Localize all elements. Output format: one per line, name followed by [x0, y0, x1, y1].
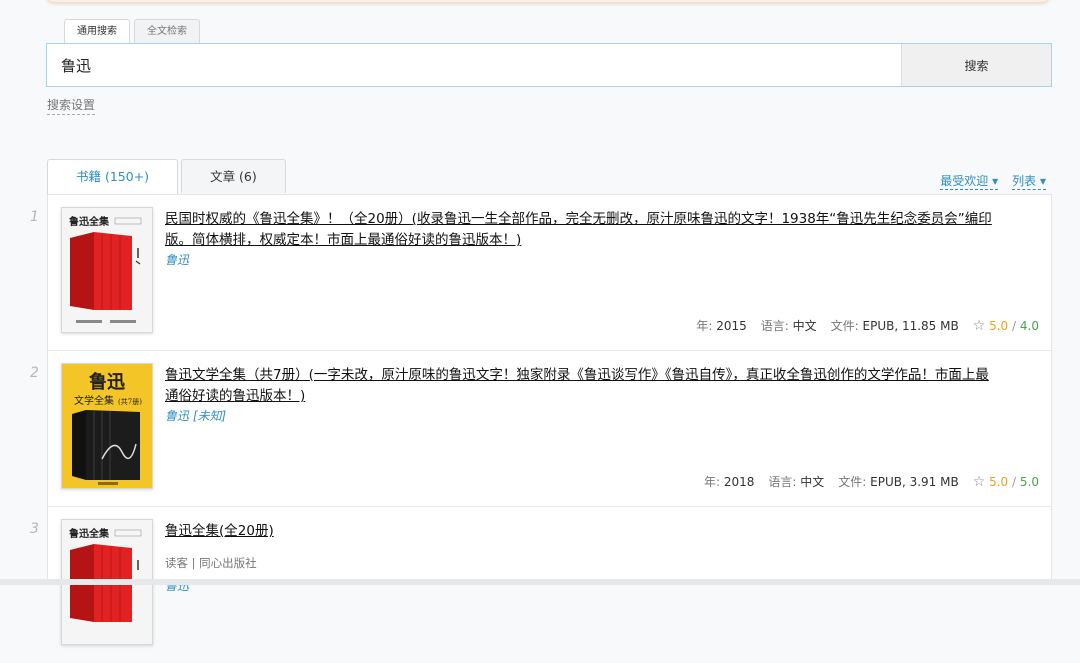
language-value: 中文 [792, 319, 817, 333]
year-label: 年: [703, 475, 720, 489]
search-input[interactable] [47, 44, 901, 86]
result-index: 3 [30, 521, 39, 537]
search-bar: 搜索 [46, 43, 1052, 87]
rating-secondary: 4.0 [1019, 318, 1039, 333]
star-icon[interactable]: ☆ [973, 474, 986, 490]
year-value: 2018 [723, 475, 755, 489]
cover-subtitle: 文学全集 [74, 394, 114, 407]
bottom-divider [0, 579, 1080, 585]
result-type-tabs: 书籍 (150+) 文章 (6) [47, 159, 286, 194]
rating-primary: 5.0 [989, 318, 1009, 333]
file-value: EPUB, 3.91 MB [870, 475, 959, 489]
view-mode-label: 列表 [1012, 174, 1037, 188]
result-index: 2 [30, 365, 39, 381]
search-mode-tabs: 通用搜索 全文检索 [64, 19, 200, 44]
rating: ☆ 5.0 / 5.0 [973, 474, 1039, 490]
sort-order-dropdown[interactable]: 最受欢迎 ▾ [940, 172, 999, 190]
year-value: 2015 [716, 319, 747, 333]
result-row: 1 鲁迅全集 民国时权威的《鲁迅全集》！（全20册）(收录鲁迅一生全部作品，完全… [30, 195, 1051, 351]
year-info: 年: 2018 [704, 473, 754, 490]
language-info: 语言: 中文 [761, 317, 817, 334]
book-title-link[interactable]: 民国时权威的《鲁迅全集》！（全20册）(收录鲁迅一生全部作品，完全无删改，原汁原… [165, 209, 995, 251]
book-cover-red-collection-icon[interactable]: 鲁迅全集 [61, 207, 153, 333]
author-link[interactable]: 鲁迅 [未知] [165, 407, 226, 424]
file-label: 文件: [830, 319, 859, 333]
result-row: 2 鲁迅 文学全集 (共7册) 鲁迅文学全集（共7册）(一字未改，原汁原味的鲁迅… [30, 351, 1051, 507]
book-meta: 年: 2015 语言: 中文 文件: EPUB, 11.85 MB ☆ 5.0 … [696, 317, 1039, 334]
chevron-down-icon: ▾ [992, 174, 999, 188]
file-info: 文件: EPUB, 11.85 MB [831, 317, 959, 334]
results-list: 1 鲁迅全集 民国时权威的《鲁迅全集》！（全20册）(收录鲁迅一生全部作品，完全… [30, 194, 1052, 645]
author-link[interactable]: 鲁迅 [165, 251, 189, 268]
chevron-down-icon: ▾ [1039, 174, 1046, 188]
rating-primary: 5.0 [989, 474, 1009, 489]
tab-articles[interactable]: 文章 (6) [181, 159, 286, 193]
view-mode-dropdown[interactable]: 列表 ▾ [1012, 172, 1046, 190]
rating: ☆ 5.0 / 4.0 [973, 318, 1039, 334]
top-banner-edge [46, 0, 1050, 2]
rating-separator: / [1012, 318, 1017, 333]
search-settings-link[interactable]: 搜索设置 [47, 96, 96, 115]
cover-title: 鲁迅全集 [68, 527, 110, 540]
rating-secondary: 5.0 [1019, 474, 1039, 489]
publisher-text: 读客 | 同心出版社 [165, 556, 257, 570]
book-title-link[interactable]: 鲁迅全集(全20册) [165, 521, 995, 542]
cover-title: 鲁迅 [89, 371, 126, 393]
book-title-link[interactable]: 鲁迅文学全集（共7册）(一字未改，原汁原味的鲁迅文字！独家附录《鲁迅谈写作》《鲁… [165, 365, 995, 407]
book-cover-yellow-collection-icon[interactable]: 鲁迅 文学全集 (共7册) [61, 363, 153, 489]
search-button[interactable]: 搜索 [901, 44, 1051, 86]
tab-books[interactable]: 书籍 (150+) [47, 159, 179, 194]
book-meta: 年: 2018 语言: 中文 文件: EPUB, 3.91 MB ☆ 5.0 /… [704, 473, 1039, 490]
cover-volumes: (共7册) [118, 397, 142, 406]
year-label: 年: [696, 319, 713, 333]
cover-title: 鲁迅全集 [68, 215, 110, 228]
rating-separator: / [1012, 474, 1017, 489]
file-value: EPUB, 11.85 MB [862, 319, 959, 333]
language-value: 中文 [800, 475, 825, 489]
star-icon[interactable]: ☆ [973, 318, 986, 334]
result-index: 1 [30, 209, 39, 225]
result-row: 3 鲁迅全集 鲁迅全集(全20册) 读客 | 同心出版社 鲁迅 [30, 507, 1051, 663]
tab-general-search[interactable]: 通用搜索 [64, 19, 130, 44]
sort-order-label: 最受欢迎 [940, 174, 989, 188]
tab-fulltext-search[interactable]: 全文检索 [134, 19, 200, 43]
language-label: 语言: [760, 319, 789, 333]
language-info: 语言: 中文 [768, 473, 824, 490]
sort-controls: 最受欢迎 ▾ 列表 ▾ [940, 172, 1046, 190]
year-info: 年: 2015 [696, 317, 746, 334]
file-info: 文件: EPUB, 3.91 MB [838, 473, 958, 490]
language-label: 语言: [768, 475, 797, 489]
file-label: 文件: [838, 475, 867, 489]
